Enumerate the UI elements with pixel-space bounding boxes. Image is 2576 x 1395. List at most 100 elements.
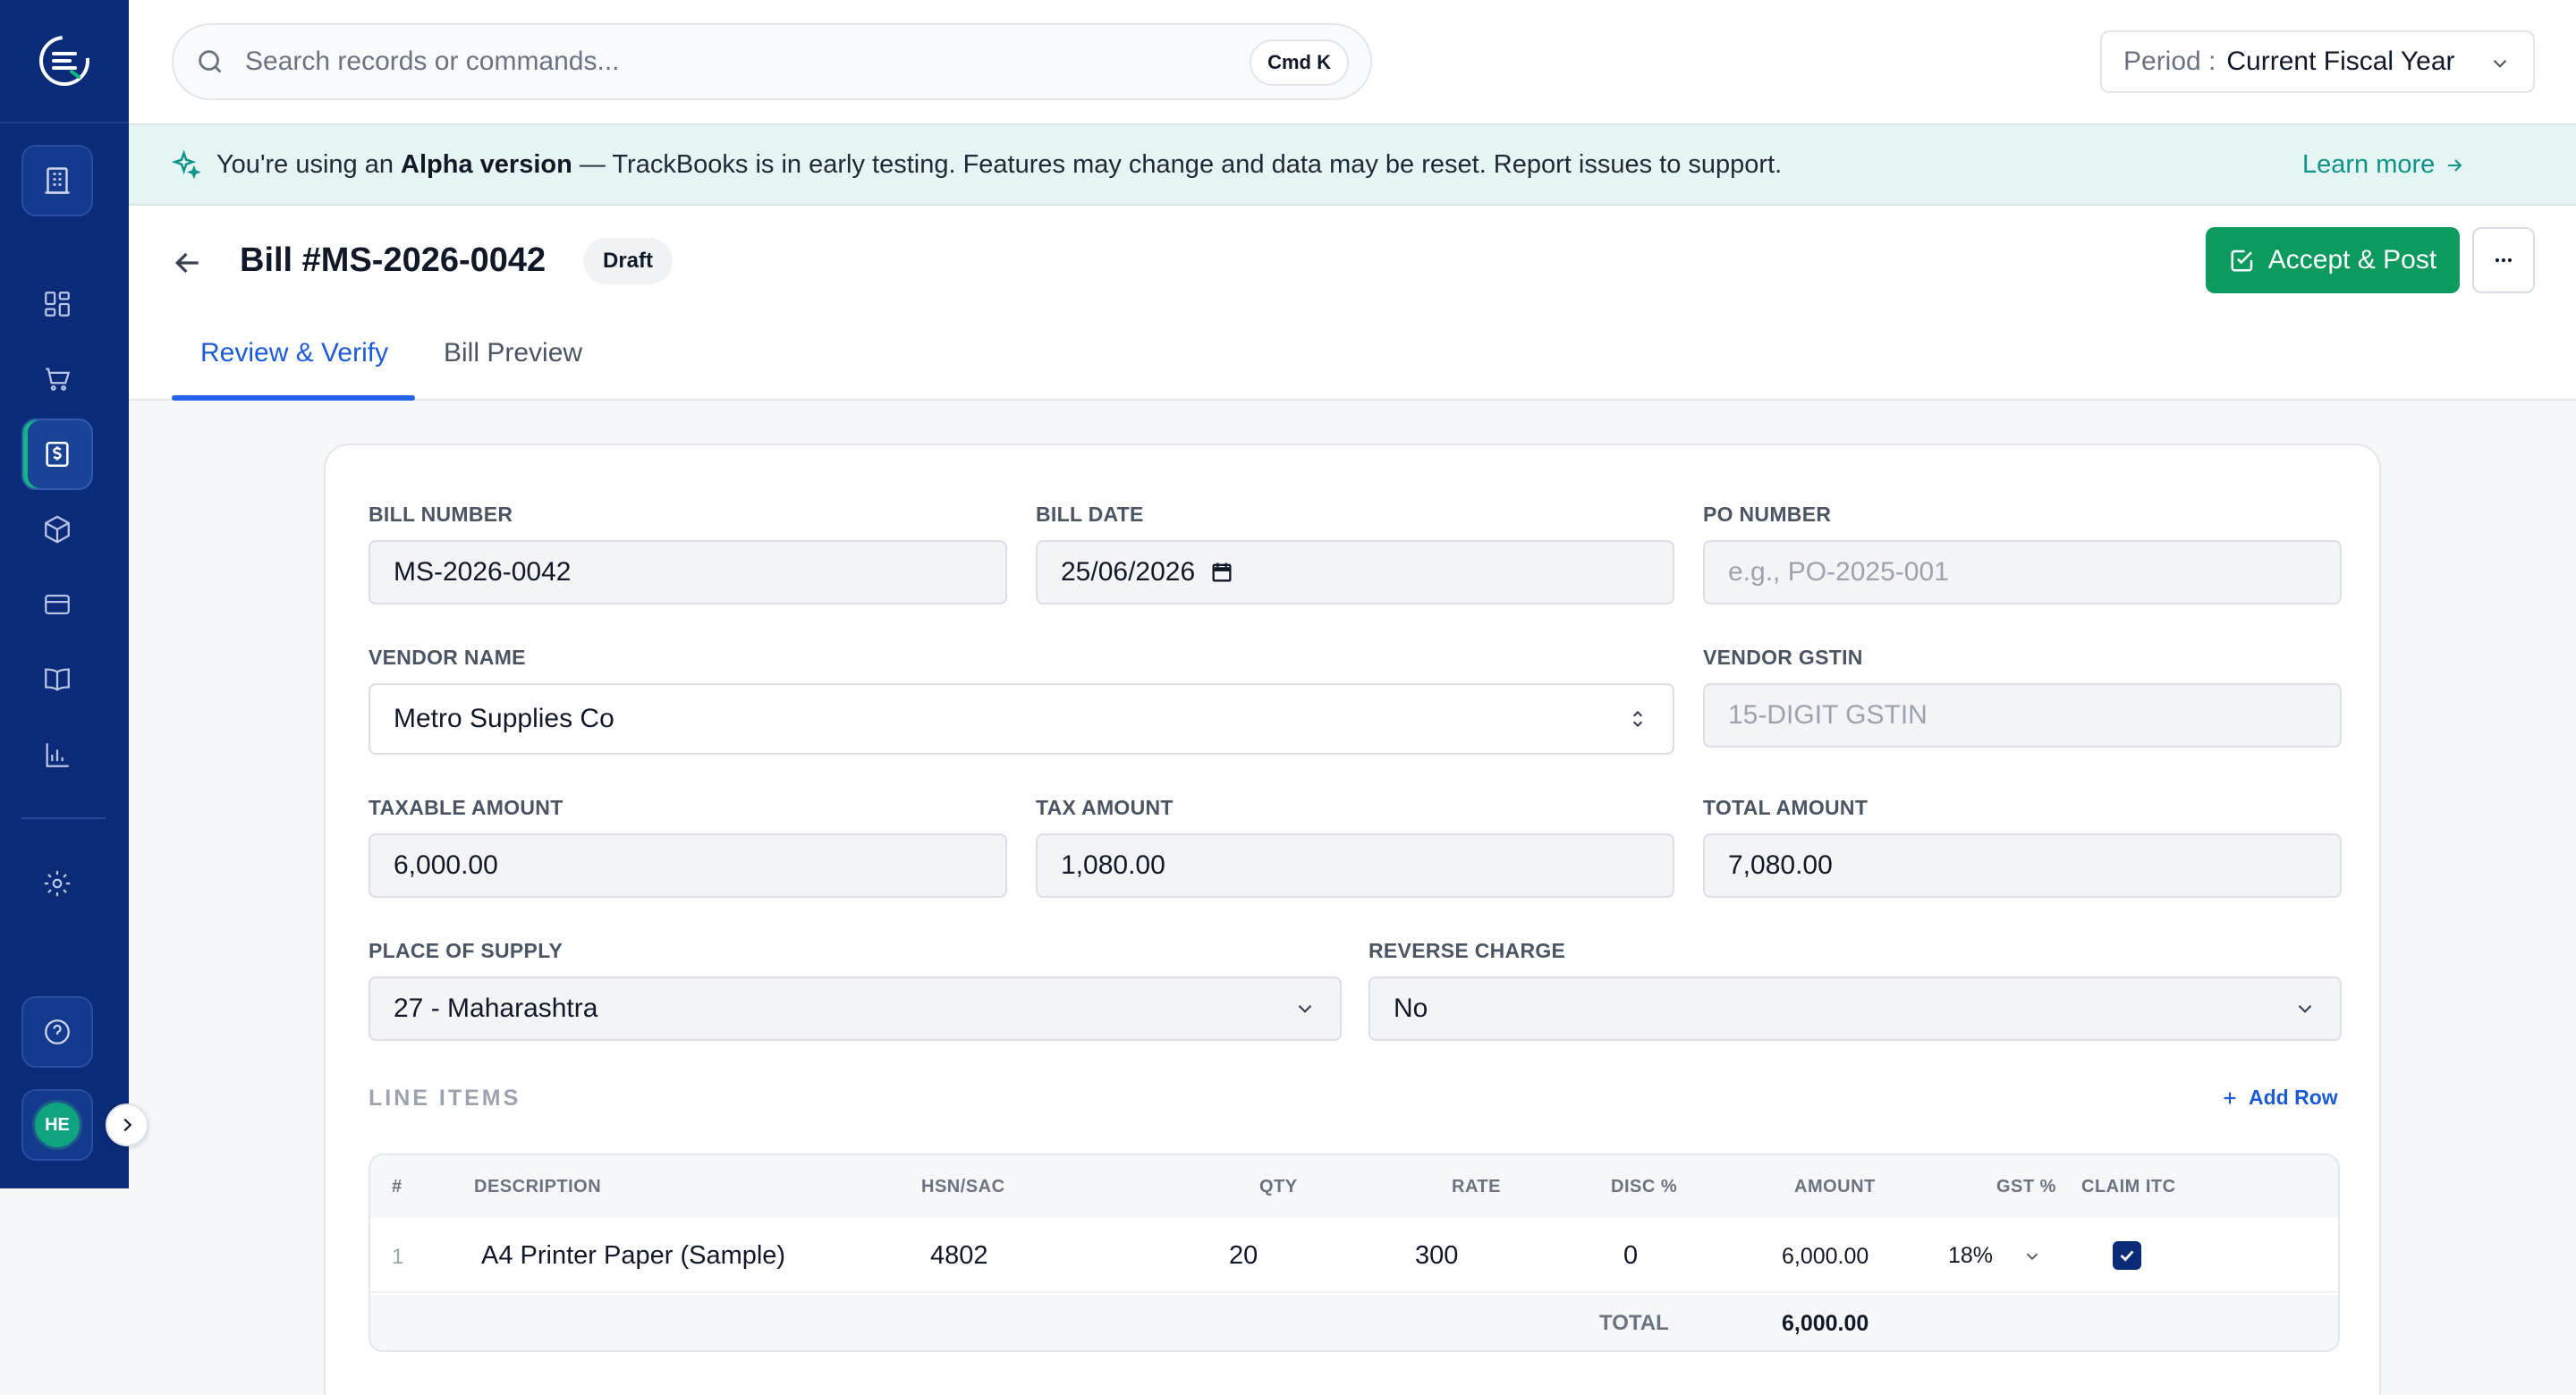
arrow-right-icon <box>2448 158 2462 172</box>
search-input[interactable]: Search records or commands... Cmd K <box>172 23 1372 100</box>
chevron-down-icon <box>1298 1004 1312 1013</box>
banner-message: You're using an Alpha version — TrackBoo… <box>216 150 1782 180</box>
place-of-supply-value: 27 - Maharashtra <box>394 993 598 1023</box>
reverse-charge-label: REVERSE CHARGE <box>1368 939 1566 962</box>
row-qty[interactable]: 20 <box>1229 1241 1258 1271</box>
row-description[interactable]: A4 Printer Paper (Sample) <box>481 1241 785 1271</box>
tab-bill-preview[interactable]: Bill Preview <box>444 338 582 368</box>
row-rate[interactable]: 300 <box>1415 1241 1458 1271</box>
chevron-down-icon <box>2493 59 2507 68</box>
table-footer: TOTAL 6,000.00 <box>370 1295 2338 1350</box>
period-select[interactable]: Period : Current Fiscal Year <box>2100 30 2535 93</box>
banner-prefix: You're using an <box>216 149 402 179</box>
bill-number-field[interactable]: MS-2026-0042 <box>369 540 1007 604</box>
check-square-icon <box>2231 249 2253 272</box>
banner-suffix: — TrackBooks is in early testing. Featur… <box>572 149 1783 179</box>
search-icon <box>199 50 222 73</box>
po-number-field[interactable]: e.g., PO-2025-001 <box>1703 540 2342 604</box>
bill-icon <box>46 441 69 468</box>
place-of-supply-select[interactable]: 27 - Maharashtra <box>369 976 1342 1041</box>
more-options-button[interactable] <box>2472 227 2535 293</box>
place-of-supply-label: PLACE OF SUPPLY <box>369 939 564 962</box>
checkmark-icon <box>2120 1250 2134 1262</box>
app-logo[interactable] <box>0 0 129 123</box>
sidebar-item-reports[interactable] <box>21 719 93 790</box>
po-number-placeholder: e.g., PO-2025-001 <box>1728 557 1949 587</box>
row-number: 1 <box>392 1245 404 1269</box>
add-row-button[interactable]: Add Row <box>2220 1086 2338 1110</box>
search-placeholder: Search records or commands... <box>245 46 620 76</box>
sidebar-item-dashboard[interactable] <box>21 268 93 340</box>
period-label: Period : <box>2123 46 2216 76</box>
bill-form-card: BILL NUMBER MS-2026-0042 BILL DATE 25/06… <box>324 444 2381 1395</box>
tab-review-verify[interactable]: Review & Verify <box>200 338 388 368</box>
accept-post-label: Accept & Post <box>2267 245 2437 275</box>
more-horizontal-icon <box>2495 258 2512 263</box>
row-gst-select[interactable]: 18% <box>1948 1243 2042 1269</box>
bill-header: Bill #MS-2026-0042 Draft Accept & Post R… <box>129 206 2576 401</box>
reverse-charge-value: No <box>1394 993 1428 1023</box>
col-claim-itc: CLAIM ITC <box>2081 1177 2176 1196</box>
row-amount: 6,000.00 <box>1782 1244 1869 1269</box>
period-value: Current Fiscal Year <box>2226 46 2455 76</box>
row-gst-value: 18% <box>1948 1243 1994 1268</box>
sidebar-item-organization[interactable] <box>21 145 93 216</box>
sidebar-item-settings[interactable] <box>21 848 93 919</box>
bill-date-value: 25/06/2026 <box>1061 557 1196 587</box>
total-amount-value: 7,080.00 <box>1728 850 1833 880</box>
col-qty: QTY <box>1259 1177 1298 1196</box>
chevron-updown-icon <box>1632 710 1643 728</box>
col-gst: GST % <box>1996 1177 2056 1196</box>
col-number: # <box>392 1177 402 1196</box>
chevron-right-icon <box>123 1118 132 1132</box>
learn-more-link[interactable]: Learn more <box>2302 150 2465 180</box>
top-bar: Search records or commands... Cmd K Peri… <box>129 0 2576 123</box>
alpha-banner: You're using an Alpha version — TrackBoo… <box>129 123 2576 206</box>
banner-highlight: Alpha version <box>401 149 572 179</box>
sidebar-item-ledger[interactable] <box>21 644 93 715</box>
total-amount-field[interactable]: 7,080.00 <box>1703 833 2342 898</box>
taxable-amount-value: 6,000.00 <box>394 850 498 880</box>
logo-icon <box>39 36 89 86</box>
vendor-gstin-field[interactable]: 15-DIGIT GSTIN <box>1703 683 2342 748</box>
vendor-name-label: VENDOR NAME <box>369 646 526 669</box>
learn-more-label: Learn more <box>2302 150 2436 179</box>
gear-icon <box>44 870 71 897</box>
row-hsn[interactable]: 4802 <box>930 1241 988 1271</box>
plus-icon <box>2224 1092 2236 1103</box>
sidebar-item-bills[interactable] <box>21 418 93 490</box>
sidebar-expand-button[interactable] <box>106 1103 148 1146</box>
taxable-amount-field[interactable]: 6,000.00 <box>369 833 1007 898</box>
page-title: Bill #MS-2026-0042 <box>240 241 547 279</box>
claim-itc-checkbox[interactable] <box>2113 1241 2141 1270</box>
bill-date-field[interactable]: 25/06/2026 <box>1036 540 1674 604</box>
avatar[interactable]: HE <box>32 1100 82 1150</box>
vendor-name-select[interactable]: Metro Supplies Co <box>369 683 1674 755</box>
col-hsn-sac: HSN/SAC <box>921 1177 1005 1196</box>
chart-icon <box>46 743 69 767</box>
tax-amount-field[interactable]: 1,080.00 <box>1036 833 1674 898</box>
col-description: DESCRIPTION <box>474 1177 602 1196</box>
line-items-title: LINE ITEMS <box>369 1086 521 1111</box>
active-tab-indicator <box>172 395 415 401</box>
line-items-table: # DESCRIPTION HSN/SAC QTY RATE DISC % AM… <box>369 1154 2340 1352</box>
chevron-down-icon <box>2026 1253 2038 1261</box>
bill-number-label: BILL NUMBER <box>369 503 513 526</box>
sidebar-item-banking[interactable] <box>21 569 93 640</box>
col-rate: RATE <box>1452 1177 1501 1196</box>
accept-post-button[interactable]: Accept & Post <box>2206 227 2460 293</box>
row-disc[interactable]: 0 <box>1623 1241 1638 1271</box>
calendar-icon[interactable] <box>1209 560 1234 585</box>
sidebar-item-sales[interactable] <box>21 343 93 415</box>
col-amount: AMOUNT <box>1794 1177 1876 1196</box>
sidebar-divider <box>21 817 106 819</box>
tax-amount-label: TAX AMOUNT <box>1036 796 1174 819</box>
reverse-charge-select[interactable]: No <box>1368 976 2342 1041</box>
dashboard-icon <box>45 292 70 317</box>
back-arrow-icon[interactable] <box>170 245 206 281</box>
bill-date-label: BILL DATE <box>1036 503 1144 526</box>
table-row: 1 A4 Printer Paper (Sample) 4802 20 300 … <box>370 1218 2338 1293</box>
bill-number-value: MS-2026-0042 <box>394 557 572 587</box>
help-button[interactable] <box>21 996 93 1068</box>
sidebar-item-inventory[interactable] <box>21 494 93 565</box>
